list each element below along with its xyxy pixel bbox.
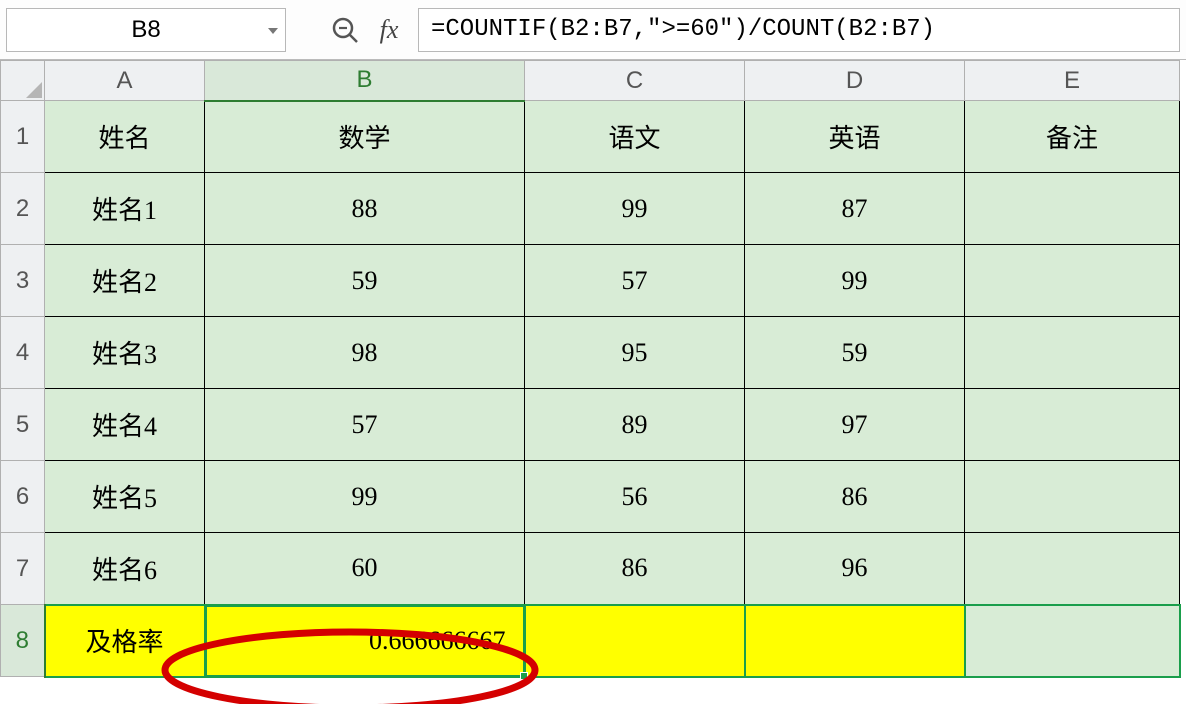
cell-B2[interactable]: 88 (205, 173, 525, 245)
data-row-1: 1 姓名 数学 语文 英语 备注 (1, 101, 1180, 173)
cell-D5[interactable]: 97 (745, 389, 965, 461)
formula-bar: B8 fx =COUNTIF(B2:B7,">=60")/COUNT(B2:B7… (0, 0, 1186, 60)
cell-C7[interactable]: 86 (525, 533, 745, 605)
cell-D2[interactable]: 87 (745, 173, 965, 245)
cell-B6[interactable]: 99 (205, 461, 525, 533)
data-row-2: 2 姓名1 88 99 87 (1, 173, 1180, 245)
cell-D7[interactable]: 96 (745, 533, 965, 605)
formula-text: =COUNTIF(B2:B7,">=60")/COUNT(B2:B7) (431, 16, 935, 43)
data-row-7: 7 姓名6 60 86 96 (1, 533, 1180, 605)
row-head-3[interactable]: 3 (1, 245, 45, 317)
data-row-3: 3 姓名2 59 57 99 (1, 245, 1180, 317)
data-row-5: 5 姓名4 57 89 97 (1, 389, 1180, 461)
cell-A3[interactable]: 姓名2 (45, 245, 205, 317)
cell-C4[interactable]: 95 (525, 317, 745, 389)
cell-C6[interactable]: 56 (525, 461, 745, 533)
cell-B7[interactable]: 60 (205, 533, 525, 605)
cell-B8[interactable]: 0.666666667 (205, 605, 525, 677)
cell-E4[interactable] (965, 317, 1180, 389)
cell-E2[interactable] (965, 173, 1180, 245)
row-head-2[interactable]: 2 (1, 173, 45, 245)
cell-B5[interactable]: 57 (205, 389, 525, 461)
fill-handle[interactable] (520, 672, 528, 680)
cell-A6[interactable]: 姓名5 (45, 461, 205, 533)
col-head-D[interactable]: D (745, 61, 965, 101)
cell-D4[interactable]: 59 (745, 317, 965, 389)
formula-input[interactable]: =COUNTIF(B2:B7,">=60")/COUNT(B2:B7) (418, 8, 1180, 52)
fx-icon[interactable]: fx (370, 11, 408, 49)
cell-B1[interactable]: 数学 (205, 101, 525, 173)
cell-A7[interactable]: 姓名6 (45, 533, 205, 605)
spreadsheet-grid: A B C D E 1 姓名 数学 语文 英语 备注 2 姓名1 88 99 8… (0, 60, 1186, 678)
cell-C5[interactable]: 89 (525, 389, 745, 461)
col-head-C[interactable]: C (525, 61, 745, 101)
cell-A4[interactable]: 姓名3 (45, 317, 205, 389)
cell-C2[interactable]: 99 (525, 173, 745, 245)
name-box-value: B8 (131, 16, 160, 44)
col-head-A[interactable]: A (45, 61, 205, 101)
cell-C8[interactable] (525, 605, 745, 677)
formula-bar-tools: fx (326, 11, 408, 49)
cell-D6[interactable]: 86 (745, 461, 965, 533)
cell-D3[interactable]: 99 (745, 245, 965, 317)
cell-A1[interactable]: 姓名 (45, 101, 205, 173)
col-head-E[interactable]: E (965, 61, 1180, 101)
cell-E3[interactable] (965, 245, 1180, 317)
cell-C1[interactable]: 语文 (525, 101, 745, 173)
cell-D8[interactable] (745, 605, 965, 677)
name-box-dropdown-icon[interactable] (267, 16, 279, 44)
data-row-8: 8 及格率 0.666666667 (1, 605, 1180, 677)
cell-E1[interactable]: 备注 (965, 101, 1180, 173)
fx-label: fx (380, 15, 399, 45)
cell-A5[interactable]: 姓名4 (45, 389, 205, 461)
cell-E7[interactable] (965, 533, 1180, 605)
cell-E6[interactable] (965, 461, 1180, 533)
grid-table: A B C D E 1 姓名 数学 语文 英语 备注 2 姓名1 88 99 8… (0, 60, 1181, 678)
zoom-search-icon[interactable] (326, 11, 364, 49)
cell-E8[interactable] (965, 605, 1180, 677)
cell-D1[interactable]: 英语 (745, 101, 965, 173)
row-head-1[interactable]: 1 (1, 101, 45, 173)
select-all-corner[interactable] (1, 61, 45, 101)
row-head-8[interactable]: 8 (1, 605, 45, 677)
row-head-4[interactable]: 4 (1, 317, 45, 389)
row-head-5[interactable]: 5 (1, 389, 45, 461)
cell-A8[interactable]: 及格率 (45, 605, 205, 677)
cell-A2[interactable]: 姓名1 (45, 173, 205, 245)
data-row-6: 6 姓名5 99 56 86 (1, 461, 1180, 533)
col-head-B[interactable]: B (205, 61, 525, 101)
row-head-6[interactable]: 6 (1, 461, 45, 533)
data-row-4: 4 姓名3 98 95 59 (1, 317, 1180, 389)
cell-B8-value: 0.666666667 (369, 626, 506, 655)
column-header-row: A B C D E (1, 61, 1180, 101)
cell-C3[interactable]: 57 (525, 245, 745, 317)
cell-B3[interactable]: 59 (205, 245, 525, 317)
name-box[interactable]: B8 (6, 8, 286, 52)
row-head-7[interactable]: 7 (1, 533, 45, 605)
cell-E5[interactable] (965, 389, 1180, 461)
cell-B4[interactable]: 98 (205, 317, 525, 389)
